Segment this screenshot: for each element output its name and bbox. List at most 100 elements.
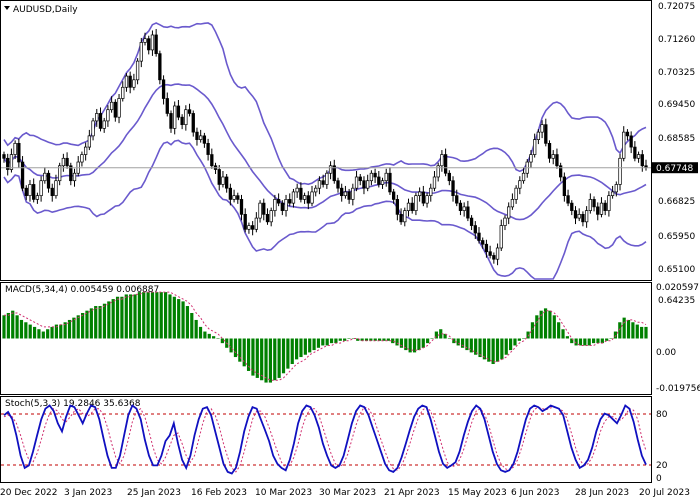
candle-body [488,251,492,256]
macd-bar [85,310,89,339]
candle-body [466,206,470,219]
candle-body [362,180,366,189]
candle-body [499,225,503,249]
macd-bar [640,326,644,339]
candle-body [232,195,236,200]
candle-body [507,206,511,219]
macd-bar [299,338,303,358]
candle-body [102,120,106,129]
macd-bar [635,324,639,339]
macd-bar [233,338,238,358]
candle-body [633,146,637,159]
candle-body [518,180,522,189]
candle-body [91,120,95,137]
macd-bar [260,338,264,381]
price-tick: 0.68585 [658,134,695,144]
macd-bar [142,292,146,339]
candle-body [403,210,407,223]
candle-body [280,202,284,211]
candle-body [269,210,273,223]
candle-body [429,187,433,197]
candle-body [562,176,567,197]
candle-body [373,172,377,178]
candle-body [336,180,340,189]
candle-body [236,195,240,200]
macd-bar [220,338,224,344]
macd-chart-title: MACD(5,34,4) 0.005459 0.006887 [5,285,159,295]
candle-body [417,191,422,197]
macd-bar [207,333,211,339]
macd-bar [295,338,299,360]
candle-body [135,60,140,81]
macd-tick: 0.020597 [656,283,699,293]
candle-body [477,232,481,241]
macd-bar [631,322,635,339]
macd-bar [50,326,54,339]
stoch-tick: 80 [656,410,668,420]
macd-bar [255,338,259,378]
candle-body [187,109,192,114]
macd-bar [129,294,133,339]
candle-body [317,180,322,189]
candle-body [169,113,173,129]
candle-body [551,154,555,159]
candle-body [544,124,548,144]
macd-bar [115,296,120,339]
candle-body [132,79,136,88]
macd-bar [513,338,517,346]
macd-bar [469,338,473,353]
macd-bar [557,322,561,339]
macd-bar [495,338,500,362]
candle-body [380,180,385,185]
macd-bar [102,303,107,339]
macd-bar [343,338,347,341]
macd-bar [583,338,587,346]
date-tick: 16 Feb 2023 [191,488,247,498]
macd-bar [172,296,176,339]
candle-body [50,187,54,197]
macd-bar [59,324,63,339]
macd-bar [618,322,622,339]
candle-body [503,217,507,226]
macd-bar [194,319,198,339]
candle-body [325,172,329,185]
macd-bar [107,301,111,339]
candle-body [573,210,578,219]
candle-body [206,142,210,155]
price-tick: 0.72075 [658,2,695,12]
candle-body [640,154,644,167]
macd-tick: 0.00 [656,348,676,358]
candle-body [54,180,58,197]
price-chart-title: AUDUSD,Daily [13,5,78,15]
candle-body [540,124,544,133]
candle-body [161,79,166,99]
candle-body [124,75,129,88]
macd-bar [517,338,521,341]
macd-bar [487,338,491,362]
macd-bar [81,312,85,339]
macd-bar [626,319,631,339]
macd-bar [426,338,430,344]
macd-bar [72,317,76,339]
macd-bar [644,326,648,339]
candle-body [147,38,151,51]
macd-bar [565,336,569,339]
candle-body [288,199,292,204]
candle-body [291,191,296,204]
macd-bar [509,338,513,351]
macd-bar [596,338,600,344]
candle-body [458,202,463,211]
candle-body [547,142,552,159]
macd-bar [19,319,24,339]
candle-body [321,180,325,185]
current-price-label: 0.67748 [656,164,693,174]
macd-bar [163,292,168,339]
macd-bar [399,338,404,348]
candle-body [584,210,589,223]
price-tick: 0.65100 [658,265,695,275]
macd-bar [76,315,80,339]
macd-bar [190,312,194,339]
candle-body [414,195,418,211]
candle-body [614,184,618,193]
candle-body [314,187,318,193]
